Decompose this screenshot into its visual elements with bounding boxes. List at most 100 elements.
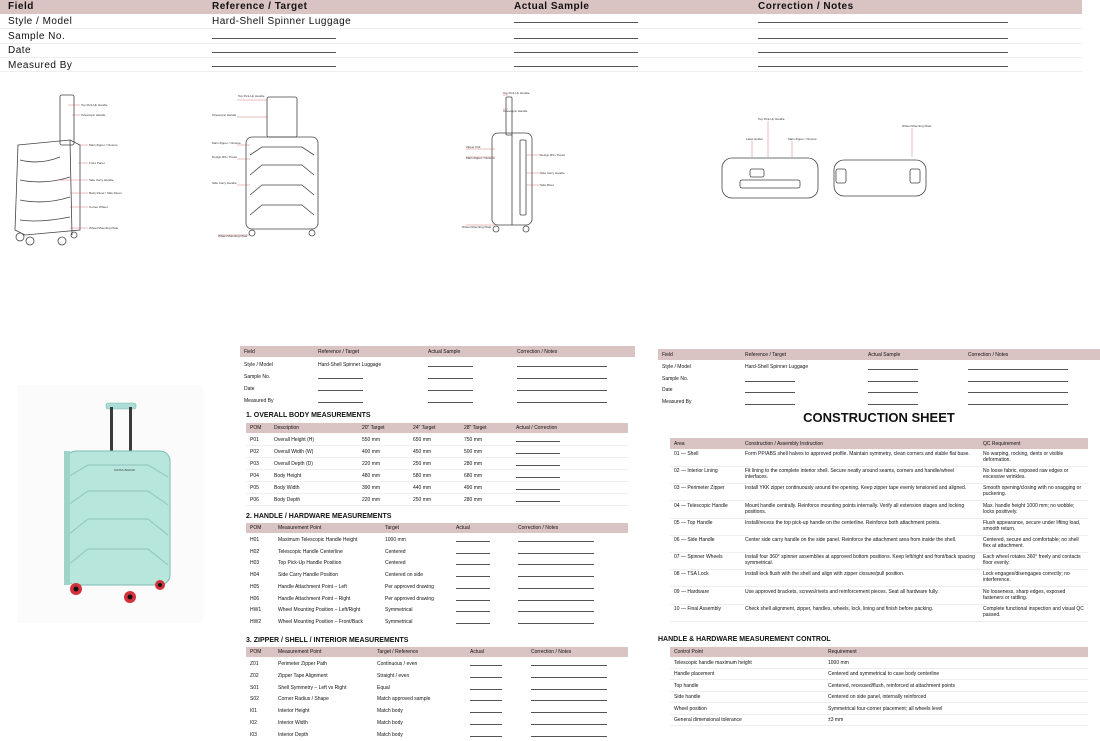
- actual-line[interactable]: [470, 700, 502, 702]
- actual-sample-line[interactable]: [514, 52, 638, 53]
- notes-line[interactable]: [531, 676, 607, 678]
- notes-line[interactable]: [518, 611, 594, 613]
- s3-header-pom: POM: [250, 649, 262, 655]
- reference-line[interactable]: [212, 52, 336, 53]
- actual-line[interactable]: [456, 541, 490, 542]
- actual-correction-line[interactable]: [516, 441, 560, 442]
- reference-line[interactable]: [745, 392, 795, 393]
- notes-line[interactable]: [531, 700, 607, 702]
- actual-sample-line[interactable]: [428, 390, 473, 391]
- actual-sample-line[interactable]: [514, 66, 638, 67]
- reference-line[interactable]: [212, 38, 336, 39]
- actual-line[interactable]: [470, 735, 502, 737]
- construction-header: [670, 438, 1088, 449]
- notes-line[interactable]: [531, 688, 607, 690]
- s2-header-actual: Actual: [456, 525, 470, 531]
- reference-line[interactable]: [318, 390, 363, 391]
- correction-line[interactable]: [517, 390, 607, 391]
- actual-line[interactable]: [470, 688, 502, 690]
- actual-correction-line[interactable]: [516, 489, 560, 490]
- actual-line[interactable]: [456, 564, 490, 566]
- reference-line[interactable]: [318, 378, 363, 379]
- drawing-callout: Main Zipper / Closure: [788, 137, 817, 141]
- actual-line[interactable]: [456, 611, 490, 613]
- s1-cell: 680 mm: [464, 473, 483, 479]
- actual-correction-line[interactable]: [516, 453, 560, 454]
- notes-line[interactable]: [518, 599, 594, 601]
- notes-line[interactable]: [518, 541, 594, 542]
- handle-control-point: Side handle: [674, 694, 701, 701]
- actual-sample-line[interactable]: [868, 404, 918, 405]
- right-form-field-label: Style / Model: [662, 364, 691, 370]
- actual-sample-line[interactable]: [428, 402, 473, 403]
- correction-line[interactable]: [758, 22, 1008, 23]
- right-form-header-correction: Correction / Notes: [968, 352, 1009, 358]
- actual-sample-line[interactable]: [868, 392, 918, 393]
- actual-line[interactable]: [456, 622, 490, 624]
- top-form-field-label: Measured By: [8, 60, 73, 71]
- correction-line[interactable]: [968, 404, 1068, 405]
- construction-instruction: Check shell alignment, zipper, handles, …: [745, 605, 934, 612]
- correction-line[interactable]: [758, 52, 1008, 53]
- notes-line[interactable]: [531, 712, 607, 714]
- reference-line[interactable]: [745, 404, 795, 405]
- s2-cell: Per approved drawing: [385, 583, 434, 590]
- drawing-callout: Telescopic Handle: [212, 113, 237, 117]
- notes-line[interactable]: [518, 622, 594, 624]
- construction-area: 09 — Hardware: [674, 588, 710, 595]
- notes-line[interactable]: [518, 576, 594, 578]
- actual-line[interactable]: [470, 665, 502, 666]
- s2-cell: Wheel Mounting Position – Front/Back: [278, 618, 364, 625]
- notes-line[interactable]: [531, 735, 607, 737]
- section1-title: 1. OVERALL BODY MEASUREMENTS: [246, 412, 371, 419]
- left-form-header-actual: Actual Sample: [428, 349, 461, 355]
- notes-line[interactable]: [518, 587, 594, 589]
- actual-correction-line[interactable]: [516, 477, 560, 478]
- left-form-field-label: Sample No.: [244, 374, 271, 380]
- s3-cell: Interior Width: [278, 720, 308, 726]
- actual-sample-line[interactable]: [514, 38, 638, 39]
- correction-line[interactable]: [758, 66, 1008, 67]
- reference-line[interactable]: [212, 66, 336, 67]
- actual-correction-line[interactable]: [516, 465, 560, 466]
- reference-line[interactable]: [318, 402, 363, 403]
- actual-correction-line[interactable]: [516, 501, 560, 502]
- correction-line[interactable]: [968, 392, 1068, 393]
- actual-sample-line[interactable]: [428, 366, 473, 367]
- s1-header-24: 24" Target: [413, 425, 436, 431]
- notes-line[interactable]: [531, 724, 607, 725]
- row-divider: [0, 71, 1082, 72]
- correction-line[interactable]: [968, 369, 1068, 370]
- actual-line[interactable]: [470, 724, 502, 725]
- actual-line[interactable]: [456, 576, 490, 578]
- s1-cell: 280 mm: [464, 461, 483, 467]
- actual-sample-line[interactable]: [868, 381, 918, 382]
- actual-sample-line[interactable]: [514, 22, 638, 23]
- row-divider: [670, 603, 1088, 605]
- correction-line[interactable]: [968, 381, 1068, 382]
- notes-line[interactable]: [531, 665, 607, 666]
- actual-line[interactable]: [456, 552, 490, 554]
- right-form-header-actual: Actual Sample: [868, 352, 901, 358]
- correction-line[interactable]: [517, 402, 607, 403]
- construction-area: 01 — Shell: [674, 451, 699, 457]
- correction-line[interactable]: [517, 378, 607, 379]
- notes-line[interactable]: [518, 552, 594, 554]
- s2-cell: H05: [250, 583, 260, 590]
- actual-line[interactable]: [470, 712, 502, 714]
- reference-line[interactable]: [745, 381, 795, 382]
- actual-line[interactable]: [456, 587, 490, 589]
- actual-sample-line[interactable]: [868, 369, 918, 370]
- drawing-callout: Side Carry Handle: [212, 181, 237, 185]
- s3-header-actual: Actual: [470, 649, 484, 655]
- correction-line[interactable]: [758, 38, 1008, 39]
- correction-line[interactable]: [517, 366, 607, 367]
- notes-line[interactable]: [518, 564, 594, 566]
- actual-line[interactable]: [470, 676, 502, 678]
- right-form-header-field: Field: [662, 352, 673, 358]
- handle-control-requirement: Symmetrical four-corner placement; all w…: [828, 705, 943, 712]
- drawing-callout: Label Holder: [746, 137, 763, 141]
- actual-sample-line[interactable]: [428, 378, 473, 379]
- construction-qc: No looseness, sharp edges, exposed faste…: [983, 588, 1066, 601]
- actual-line[interactable]: [456, 599, 490, 601]
